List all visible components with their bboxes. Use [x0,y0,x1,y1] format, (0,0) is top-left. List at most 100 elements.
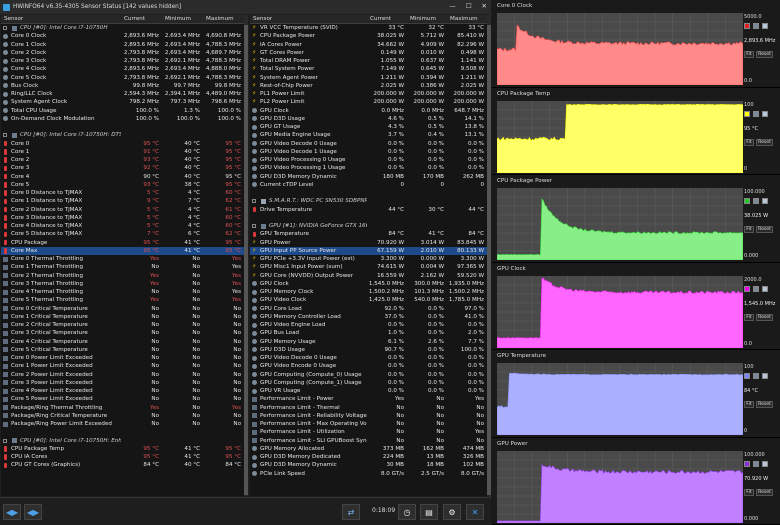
color-swatch[interactable] [753,460,759,467]
sensor-row[interactable]: Core 2 Thermal Throttling Yes No Yes [1,272,244,280]
sensor-row[interactable]: CPU GT Cores (Graphics) 84 °C 40 °C 84 °C [1,461,244,469]
sensor-row[interactable]: PCIe Link Speed 8.0 GT/s 2.5 GT/s 8.0 GT/s [250,470,487,478]
sensor-row[interactable]: ⚡ GPU Misc1 Input Power (sum) 74.615 W 0.00… [250,263,487,271]
sensor-row[interactable]: Performance Limit - SLI GPUBoost Sync No N… [250,437,487,445]
column-maximum[interactable]: Maximum [447,16,487,22]
sensor-row[interactable]: Core 5 Distance to TjMAX 7 °C 6 °C 62 °C [1,230,244,238]
column-minimum[interactable]: Minimum [407,16,447,22]
sensor-row[interactable]: Core 2 Critical Temperature No No No [1,321,244,329]
sensor-group-header[interactable]: CPU [#0]: Intel Core i7-10750H: DTS [1,131,244,139]
sensor-row[interactable]: GPU Memory Allocated 373 MB 162 MB 474 MB [250,445,487,453]
sensor-row[interactable]: Performance Limit - Reliability Voltage N… [250,412,487,420]
sensor-row[interactable]: Core 0 95 °C 40 °C 95 °C [1,140,244,148]
sensor-row[interactable]: GPU Memory Clock 1,500.2 MHz 101.3 MHz 1,50… [250,288,487,296]
column-sensor[interactable]: Sensor [1,16,121,22]
reset-button[interactable]: Reset [756,313,773,321]
sensor-row[interactable]: Performance Limit - Utilization No No Yes [250,428,487,436]
sensor-row[interactable]: GPU Video Engine Load 0.0 % 0.0 % 0.0 % [250,321,487,329]
sensor-row[interactable]: Core 2 Distance to TjMAX 5 °C 4 °C 61 °C [1,206,244,214]
sensor-row[interactable]: Core 1 Thermal Throttling No No Yes [1,263,244,271]
sensor-row[interactable]: Core 5 93 °C 38 °C 95 °C [1,181,244,189]
sensor-row[interactable]: GPU Video Decode 1 Usage 0.0 % 0.0 % 0.0 % [250,148,487,156]
color-swatch[interactable] [762,460,768,467]
sensor-row[interactable]: ⚡ PL2 Power Limit 200.000 W 200.000 W 200.00… [250,98,487,106]
left-scrollbar[interactable] [244,15,248,496]
sensor-row[interactable]: Performance Limit - Power Yes No Yes [250,395,487,403]
sensor-row[interactable]: GPU Video Processing 0 Usage 0.0 % 0.0 % 0.… [250,156,487,164]
sensor-row[interactable]: GPU D3D Memory Dedicated 224 MB 13 MB 326 M… [250,453,487,461]
reset-button[interactable]: Reset [756,51,773,58]
sensor-row[interactable]: Drive Temperature 44 °C 30 °C 44 °C [250,206,487,214]
sensor-row[interactable]: ⚡ GPU Power 70.920 W 3.014 W 83.845 W [250,239,487,247]
color-swatch[interactable] [744,198,750,204]
color-swatch[interactable] [744,110,750,117]
sensor-row[interactable]: Core 4 Power Limit Exceeded No No No [1,387,244,395]
sensor-row[interactable]: GPU Video Decode 0 Usage 0.0 % 0.0 % 0.0 % [250,140,487,148]
sensor-row[interactable]: ⚡ System Agent Power 1.211 W 0.394 W 1.211 W [250,74,487,82]
sensor-row[interactable]: GPU Video Decode 0 Usage 0.0 % 0.0 % 0.0 % [250,354,487,362]
color-swatch[interactable] [753,110,759,117]
sensor-row[interactable]: GPU D3D Usage 4.6 % 0.5 % 14.1 % [250,115,487,123]
color-swatch[interactable] [762,373,768,379]
sensor-row[interactable]: GPU D3D Memory Dynamic 30 MB 18 MB 102 MB [250,461,487,469]
sensor-group-header[interactable]: CPU [#0]: Intel Core i7-10750H: Enhanced [1,437,244,445]
sensor-row[interactable]: Core 0 Power Limit Exceeded No No No [1,354,244,362]
collapse-icon[interactable] [3,133,7,138]
column-current[interactable]: Current [367,16,407,22]
sensor-row[interactable]: Bus Clock 99.8 MHz 99.7 MHz 99.8 MHz [1,82,244,90]
sensor-graph[interactable]: GPU Temperature 100 84 °C Fit Reset 0 [492,350,780,438]
sensor-row[interactable]: ⚡ GPU Input PP Source Power 67.159 W 2.010 … [250,246,487,255]
sensor-row[interactable]: Core 2 Power Limit Exceeded No No No [1,371,244,379]
report-button[interactable]: ▤ [420,504,438,520]
sensor-row[interactable]: Core 1 Power Limit Exceeded No No No [1,362,244,370]
sensor-row[interactable]: ⚡ PL1 Power Limit 200.000 W 200.000 W 200.00… [250,90,487,98]
sensor-row[interactable]: GPU Computing (Compute_0) Usage 0.0 % 0.0 … [250,371,487,379]
collapse-icon[interactable] [252,199,256,204]
sensor-row[interactable]: Core 3 Critical Temperature No No No [1,329,244,337]
sensor-row[interactable]: Core 0 Thermal Throttling Yes No Yes [1,255,244,263]
sensor-row[interactable]: Current cTDP Level 0 0 0 [250,181,487,189]
sensor-row[interactable]: GPU D3D Usage 90.7 % 0.0 % 100.0 % [250,346,487,354]
sensor-graph[interactable]: CPU Package Temp 100 95 °C Fit Reset 0 [492,87,780,175]
minimize-button[interactable]: — [449,2,456,10]
sensor-row[interactable]: ⚡ VR VCC Temperature (SVID) 33 °C 32 °C 33 °… [250,24,487,32]
color-swatch[interactable] [744,23,750,29]
sensor-row[interactable]: CPU IA Cores 95 °C 41 °C 95 °C [1,453,244,461]
sensor-row[interactable]: Core 3 Power Limit Exceeded No No No [1,379,244,387]
sensor-row[interactable]: GPU Memory Usage 6.1 % 2.6 % 7.7 % [250,338,487,346]
sensor-row[interactable]: ⚡ GPU Core (NVVDD) Output Power 16.559 W 2.… [250,272,487,280]
sensor-group-header[interactable]: GPU [#1]: NVIDIA GeForce GTX 1660 Ti: [250,222,487,230]
sensor-row[interactable]: Performance Limit - Thermal No No No [250,404,487,412]
sensor-graph[interactable]: CPU Package Power 100.000 38.025 W Fit R… [492,175,780,263]
sensor-row[interactable]: GPU Memory Controller Load 37.0 % 0.0 % 41.… [250,313,487,321]
sensor-row[interactable]: ⚡ Rest-of-Chip Power 2.025 W 0.386 W 2.025 W [250,82,487,90]
collapse-icon[interactable] [252,224,256,229]
color-swatch[interactable] [753,373,759,379]
sensor-row[interactable]: GPU GT Usage 4.3 % 0.5 % 13.8 % [250,123,487,131]
sensor-row[interactable]: Core 4 Clock 2,893.6 MHz 2,693.4 MHz 4,888.… [1,65,244,73]
sensor-row[interactable]: GPU Video Encode 0 Usage 0.0 % 0.0 % 0.0 % [250,362,487,370]
sensor-group-header[interactable]: S.M.A.R.T.: WDC PC SN530 SDBPNPZ-512... [250,197,487,205]
sensor-row[interactable]: Core 1 91 °C 40 °C 95 °C [1,148,244,156]
right-scrollbar[interactable] [487,15,491,496]
sensor-row[interactable]: Core 3 92 °C 40 °C 95 °C [1,164,244,172]
sensor-row[interactable]: Core 3 Clock 2,793.8 MHz 2,692.1 MHz 4,788.… [1,57,244,65]
sensor-row[interactable]: Ring/LLC Clock 2,594.3 MHz 2,394.1 MHz 4,48… [1,90,244,98]
sensor-row[interactable]: GPU VR Usage 0.0 % 0.0 % 0.0 % [250,387,487,395]
sensor-graph[interactable]: GPU Clock 2000.0 1,545.0 MHz Fit Reset 0… [492,262,780,350]
fit-button[interactable]: Fit [744,51,754,58]
sensor-row[interactable]: Core 2 Clock 2,793.8 MHz 2,693.4 MHz 4,689.… [1,49,244,57]
color-swatch[interactable] [744,460,750,467]
sensor-row[interactable]: ⚡ GT Cores Power 0.149 W 0.010 W 0.498 W [250,49,487,57]
reset-button[interactable]: Reset [756,401,773,408]
sensor-row[interactable]: Core 5 Critical Temperature No No No [1,346,244,354]
color-swatch[interactable] [753,198,759,204]
nav-back-button[interactable]: ◀▶ [3,504,21,520]
sensor-row[interactable]: Core 5 Power Limit Exceeded No No No [1,395,244,403]
sensor-row[interactable]: Package/Ring Thermal Throttling Yes No Yes [1,404,244,412]
maximize-button[interactable]: ☐ [466,2,472,10]
color-swatch[interactable] [762,110,768,117]
sensor-group-header[interactable]: CPU [#0]: Intel Core i7-10750H [1,24,244,32]
collapse-icon[interactable] [3,438,7,443]
sensor-row[interactable]: GPU D3D Memory Dynamic 180 MB 170 MB 262 MB [250,173,487,181]
